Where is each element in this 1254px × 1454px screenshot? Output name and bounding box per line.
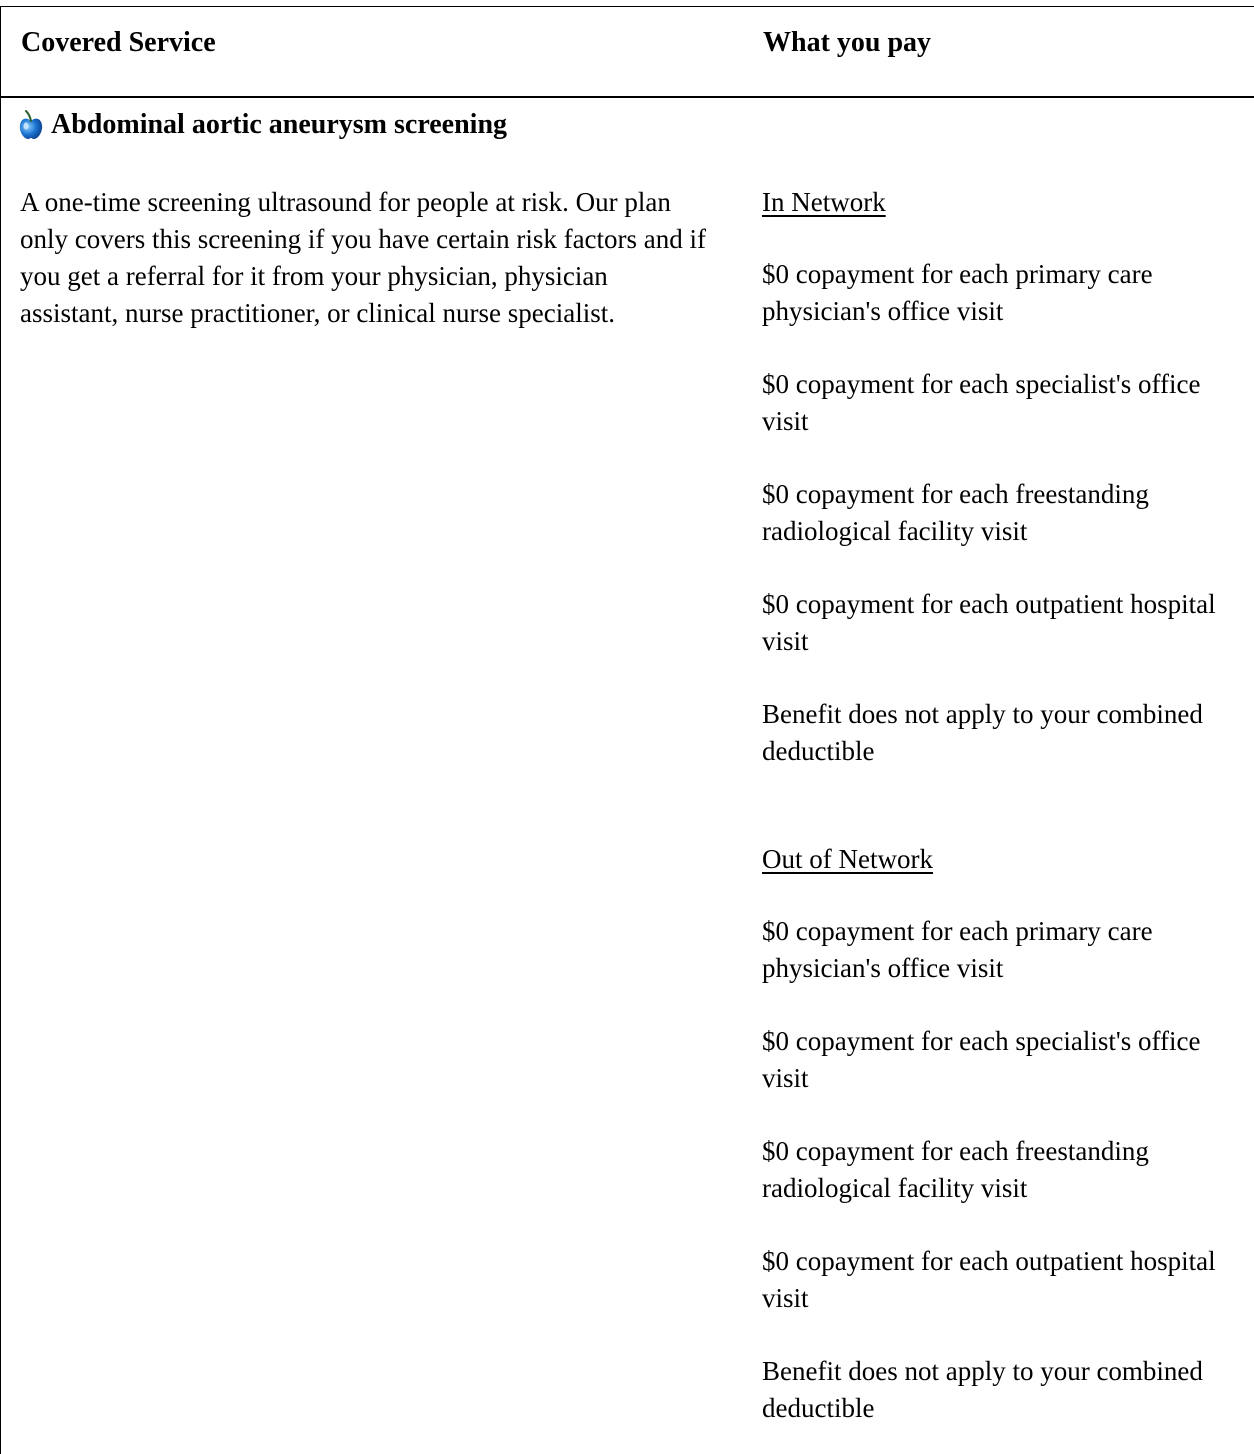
in-network-item: $0 copayment for each specialist's offic… [762,369,1201,436]
service-description: A one-time screening ultrasound for peop… [20,187,707,328]
header-covered-service: Covered Service [21,27,216,58]
service-title-text: Abdominal aortic aneurysm screening [51,109,508,140]
header-what-you-pay: What you pay [763,27,932,58]
apple-icon [19,110,43,139]
in-network-item: $0 copayment for each freestanding radio… [762,479,1149,546]
in-network-item: $0 copayment for each outpatient hospita… [762,589,1216,656]
out-of-network-item: $0 copayment for each primary care physi… [762,916,1153,983]
in-network-item: $0 copayment for each primary care physi… [762,259,1153,326]
out-of-network-item: $0 copayment for each outpatient hospita… [762,1246,1216,1313]
out-of-network-item: $0 copayment for each freestanding radio… [762,1136,1149,1203]
out-of-network-item: Benefit does not apply to your combined … [762,1356,1203,1423]
out-of-network-item: $0 copayment for each specialist's offic… [762,1026,1201,1093]
in-network-label: In Network [762,187,886,217]
in-network-item: Benefit does not apply to your combined … [762,699,1203,766]
service-title: Abdominal aortic aneurysm screening [18,108,507,142]
what-you-pay-column: In Network $0 copayment for each primary… [762,184,1242,1427]
table-header-row: Covered Service What you pay [1,7,1254,98]
out-of-network-label: Out of Network [762,844,933,874]
